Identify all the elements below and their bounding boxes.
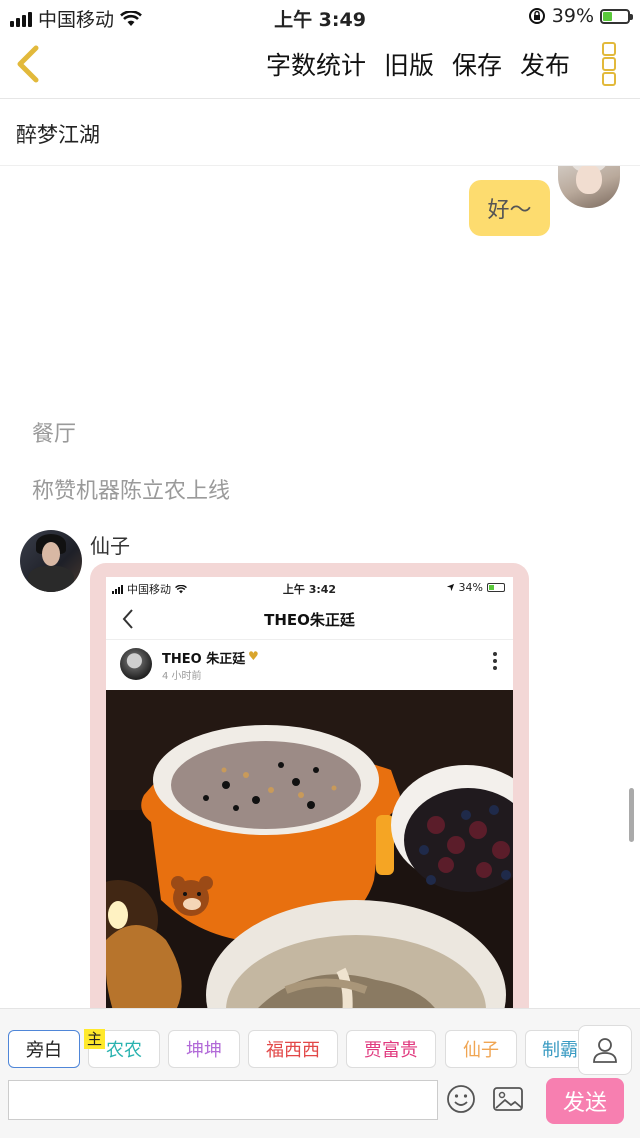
add-role-button[interactable] [578, 1025, 632, 1075]
more-icon [602, 42, 616, 56]
embedded-title: THEO朱正廷 [264, 611, 355, 629]
battery-icon [600, 8, 633, 24]
message-input[interactable] [8, 1080, 438, 1120]
publish-button[interactable]: 发布 [520, 46, 570, 82]
role-chip-xianzi[interactable]: 仙子 [445, 1030, 517, 1068]
emoji-icon[interactable] [446, 1084, 476, 1114]
avatar-left[interactable] [20, 530, 82, 592]
nav-bar: 字数统计 旧版 保存 发布 [0, 32, 640, 99]
story-title[interactable]: 醉梦江湖 [16, 119, 100, 149]
old-version-button[interactable]: 旧版 [384, 46, 434, 82]
image-icon[interactable] [492, 1085, 524, 1113]
narration-text[interactable]: 餐厅 [32, 416, 76, 448]
more-menu-button[interactable] [602, 42, 620, 86]
word-count-button[interactable]: 字数统计 [266, 46, 366, 82]
narration-text[interactable]: 称赞机器陈立农上线 [32, 473, 230, 505]
user-icon [593, 1038, 617, 1063]
battery-percent: 39% [551, 5, 594, 27]
image-message-bubble[interactable]: 中国移动 上午 3:42 34% THEO朱正廷 THEO 朱正廷 ♥ 4 小时… [90, 563, 529, 1008]
host-tag: 主 [84, 1029, 106, 1049]
embedded-nav: THEO朱正廷 [106, 599, 513, 640]
chevron-left-icon [17, 45, 39, 83]
avatar [120, 648, 152, 680]
sender-name: 仙子 [90, 534, 130, 558]
battery-icon [487, 583, 505, 592]
role-chip-narrator[interactable]: 旁白 [8, 1030, 80, 1068]
location-arrow-icon [446, 583, 454, 592]
role-chip-fuxixi[interactable]: 福西西 [248, 1030, 338, 1068]
send-button[interactable]: 发送 [546, 1078, 624, 1124]
embedded-status-bar: 中国移动 上午 3:42 34% [106, 577, 513, 599]
verified-badge-icon: ♥ [248, 649, 259, 663]
scroll-indicator[interactable] [629, 788, 634, 842]
role-chip-kunkun[interactable]: 坤坤 [168, 1030, 240, 1068]
embedded-post-user: THEO 朱正廷 [162, 652, 246, 667]
more-icon [493, 652, 497, 670]
embedded-screenshot: 中国移动 上午 3:42 34% THEO朱正廷 THEO 朱正廷 ♥ 4 小时… [106, 577, 513, 1008]
role-selector-bar: 旁白 农农 主 坤坤 福西西 贾富贵 仙子 制霸 [0, 1008, 640, 1079]
chat-content[interactable]: 好～ 餐厅 称赞机器陈立农上线 仙子 中国移动 上午 3:42 34% THEO… [0, 166, 640, 1008]
input-bar: 发送 [0, 1078, 640, 1138]
chat-bubble-right[interactable]: 好～ [469, 180, 550, 236]
embedded-battery-percent: 34% [458, 581, 483, 594]
role-chip-zhiba[interactable]: 制霸 [525, 1030, 585, 1068]
save-button[interactable]: 保存 [452, 46, 502, 82]
food-photo [106, 690, 513, 1008]
rotation-lock-icon [528, 8, 545, 24]
embedded-post-time: 4 小时前 [162, 671, 202, 682]
back-button[interactable] [10, 42, 50, 86]
status-bar: 中国移动 上午 3:49 39% [0, 0, 640, 32]
avatar-right[interactable] [558, 166, 620, 208]
role-chip-jiafugui[interactable]: 贾富贵 [346, 1030, 436, 1068]
embedded-post-header: THEO 朱正廷 ♥ 4 小时前 [106, 640, 513, 686]
story-title-bar: 醉梦江湖 [0, 99, 640, 166]
